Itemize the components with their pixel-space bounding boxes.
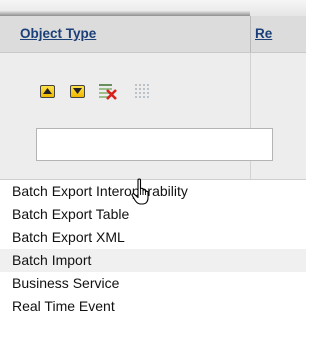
filter-toolbar — [0, 80, 250, 102]
move-down-button[interactable] — [66, 80, 88, 102]
column-header-row: Object Type Re — [0, 16, 306, 53]
list-item[interactable]: Batch Export Table — [0, 203, 306, 226]
list-item[interactable]: Real Time Event — [0, 295, 306, 318]
column-separator[interactable] — [250, 16, 251, 52]
object-type-column-header[interactable]: Object Type — [20, 16, 240, 52]
clear-filter-button[interactable] — [97, 80, 119, 102]
filter-input[interactable] — [36, 128, 273, 161]
move-up-button[interactable] — [36, 80, 58, 102]
clear-filter-icon — [99, 84, 117, 100]
object-type-filter-panel: Object Type Re Batch Export Interoperabi… — [0, 0, 306, 360]
hand-pointer-icon — [131, 178, 149, 205]
second-column-header[interactable]: Re — [255, 16, 306, 52]
grid-icon — [135, 84, 149, 98]
list-item[interactable]: Batch Import — [0, 249, 306, 272]
top-strip — [0, 0, 306, 16]
grid-button[interactable] — [131, 80, 153, 102]
list-item[interactable]: Business Service — [0, 272, 306, 295]
list-item[interactable]: Batch Export XML — [0, 226, 306, 249]
move-up-icon — [39, 84, 55, 98]
move-down-icon — [69, 84, 85, 98]
